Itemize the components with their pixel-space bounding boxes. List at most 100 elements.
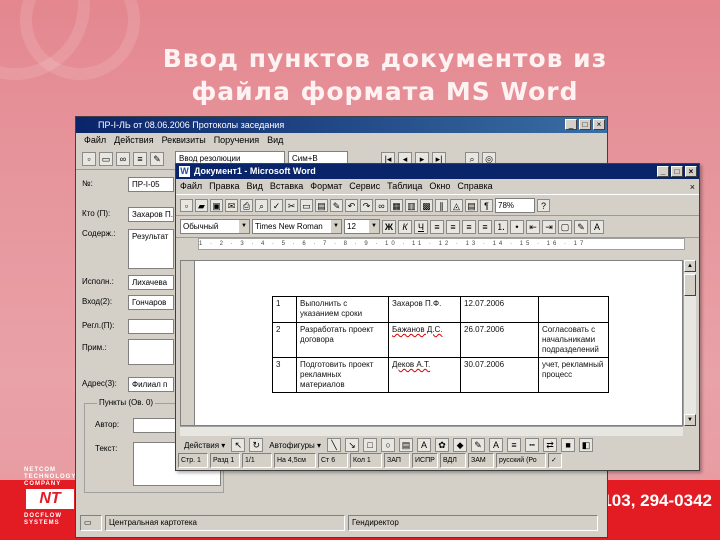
- field-number[interactable]: ПР-І-05: [128, 177, 174, 192]
- field-who[interactable]: Захаров П.: [128, 207, 174, 222]
- underline-icon[interactable]: Ч: [414, 219, 428, 234]
- undo-icon[interactable]: ↶: [345, 198, 358, 212]
- document-map-icon[interactable]: ▤: [465, 198, 478, 212]
- insert-excel-icon[interactable]: ▩: [420, 198, 433, 212]
- textbox-icon[interactable]: ▤: [399, 438, 414, 452]
- email-icon[interactable]: ✉: [225, 198, 238, 212]
- numbering-icon[interactable]: ⒈: [494, 219, 508, 234]
- italic-icon[interactable]: К: [398, 219, 412, 234]
- new-icon[interactable]: ▫: [82, 151, 96, 166]
- word-menu-format[interactable]: Формат: [310, 179, 342, 194]
- new-document-icon[interactable]: ▫: [180, 198, 193, 212]
- word-menu-help[interactable]: Справка: [457, 179, 492, 194]
- save-icon[interactable]: ▣: [210, 198, 223, 212]
- app-menu-requisites[interactable]: Реквизиты: [162, 133, 206, 148]
- style-select[interactable]: Обычный ▼: [180, 219, 250, 234]
- help-icon[interactable]: ?: [537, 198, 550, 212]
- arrow-icon[interactable]: ↘: [345, 438, 360, 452]
- copy-icon[interactable]: ▭: [99, 151, 113, 166]
- word-title-bar[interactable]: W Документ1 - Microsoft Word _ □ ×: [176, 164, 699, 179]
- clipart-icon[interactable]: ✿: [435, 438, 450, 452]
- paste-icon[interactable]: ▤: [315, 198, 328, 212]
- show-hide-icon[interactable]: ¶: [480, 198, 493, 212]
- borders-icon[interactable]: ▢: [558, 219, 572, 234]
- field-address[interactable]: Филиал п: [128, 377, 174, 392]
- draw-actions-menu[interactable]: Действия ▾: [182, 441, 227, 450]
- open-icon[interactable]: ▰: [195, 198, 208, 212]
- field-note[interactable]: [128, 339, 174, 365]
- columns-icon[interactable]: ∥: [435, 198, 448, 212]
- bullets-icon[interactable]: •: [510, 219, 524, 234]
- select-pointer-icon[interactable]: ↖: [231, 438, 246, 452]
- rotate-icon[interactable]: ↻: [249, 438, 264, 452]
- word-menu-insert[interactable]: Вставка: [270, 179, 303, 194]
- print-icon[interactable]: ⎙: [240, 198, 253, 212]
- horizontal-ruler[interactable]: 1 · 2 · 3 · 4 · 5 · 6 · 7 · 8 · 9 · 10 ·…: [198, 238, 685, 250]
- align-center-icon[interactable]: ≡: [446, 219, 460, 234]
- justify-icon[interactable]: ≡: [478, 219, 492, 234]
- redo-icon[interactable]: ↷: [360, 198, 373, 212]
- font-color-icon[interactable]: A: [590, 219, 604, 234]
- autoshapes-menu[interactable]: Автофигуры ▾: [267, 441, 323, 450]
- draw-font-color-icon[interactable]: A: [489, 438, 504, 452]
- field-content[interactable]: Результат: [128, 229, 174, 269]
- word-menu-file[interactable]: Файл: [180, 179, 202, 194]
- word-menu-tools[interactable]: Сервис: [349, 179, 380, 194]
- increase-indent-icon[interactable]: ⇥: [542, 219, 556, 234]
- document-page[interactable]: 1 Выполнить с указанием сроки Захаров П.…: [180, 260, 683, 426]
- line-color-icon[interactable]: ✎: [471, 438, 486, 452]
- close-document-icon[interactable]: ×: [690, 180, 695, 195]
- 3d-icon[interactable]: ◧: [579, 438, 594, 452]
- align-right-icon[interactable]: ≡: [462, 219, 476, 234]
- zoom-select[interactable]: 78%: [495, 197, 535, 213]
- rectangle-icon[interactable]: □: [363, 438, 378, 452]
- spelling-icon[interactable]: ✓: [270, 198, 283, 212]
- preview-icon[interactable]: ⌕: [255, 198, 268, 212]
- font-select[interactable]: Times New Roman ▼: [252, 219, 342, 234]
- cut-icon[interactable]: ✂: [285, 198, 298, 212]
- app-menu-view[interactable]: Вид: [267, 133, 283, 148]
- word-minimize-icon[interactable]: _: [657, 166, 669, 177]
- arrow-style-icon[interactable]: ⇄: [543, 438, 558, 452]
- field-regl[interactable]: [128, 319, 174, 334]
- dash-style-icon[interactable]: ┅: [525, 438, 540, 452]
- list-icon[interactable]: ≡: [133, 151, 147, 166]
- edit-icon[interactable]: ✎: [150, 151, 164, 166]
- align-left-icon[interactable]: ≡: [430, 219, 444, 234]
- app-menu-actions[interactable]: Действия: [114, 133, 153, 148]
- scroll-thumb[interactable]: [684, 274, 696, 296]
- format-painter-icon[interactable]: ✎: [330, 198, 343, 212]
- insert-table-icon[interactable]: ▥: [405, 198, 418, 212]
- maximize-icon[interactable]: □: [579, 119, 591, 130]
- word-menu-window[interactable]: Окно: [429, 179, 450, 194]
- close-icon[interactable]: ×: [593, 119, 605, 130]
- horizontal-scrollbar[interactable]: [180, 426, 683, 436]
- line-style-icon[interactable]: ≡: [507, 438, 522, 452]
- highlight-icon[interactable]: ✎: [574, 219, 588, 234]
- word-menu-view[interactable]: Вид: [247, 179, 263, 194]
- shadow-icon[interactable]: ■: [561, 438, 576, 452]
- scroll-up-icon[interactable]: ▲: [684, 260, 696, 272]
- size-select[interactable]: 12 ▼: [344, 219, 380, 234]
- tables-borders-icon[interactable]: ▦: [390, 198, 403, 212]
- bold-icon[interactable]: Ж: [382, 219, 396, 234]
- scroll-down-icon[interactable]: ▼: [684, 414, 696, 426]
- minimize-icon[interactable]: _: [565, 119, 577, 130]
- drawing-icon[interactable]: ◬: [450, 198, 463, 212]
- word-maximize-icon[interactable]: □: [671, 166, 683, 177]
- app-menu-file[interactable]: Файл: [84, 133, 106, 148]
- hyperlink-icon[interactable]: ∞: [375, 198, 388, 212]
- fill-color-icon[interactable]: ◆: [453, 438, 468, 452]
- app-title-bar[interactable]: ПР-І-ЛЬ от 08.06.2006 Протоколы заседани…: [76, 117, 607, 133]
- copy-icon-word[interactable]: ▭: [300, 198, 313, 212]
- wordart-icon[interactable]: A: [417, 438, 432, 452]
- word-close-icon[interactable]: ×: [685, 166, 697, 177]
- field-executor[interactable]: Лихачева: [128, 275, 174, 290]
- vertical-scrollbar[interactable]: ▲ ▼: [683, 260, 696, 426]
- decrease-indent-icon[interactable]: ⇤: [526, 219, 540, 234]
- field-input[interactable]: Гончаров: [128, 295, 174, 310]
- document-table[interactable]: 1 Выполнить с указанием сроки Захаров П.…: [272, 296, 609, 393]
- line-icon[interactable]: ╲: [327, 438, 342, 452]
- link-icon[interactable]: ∞: [116, 151, 130, 166]
- oval-icon[interactable]: ○: [381, 438, 396, 452]
